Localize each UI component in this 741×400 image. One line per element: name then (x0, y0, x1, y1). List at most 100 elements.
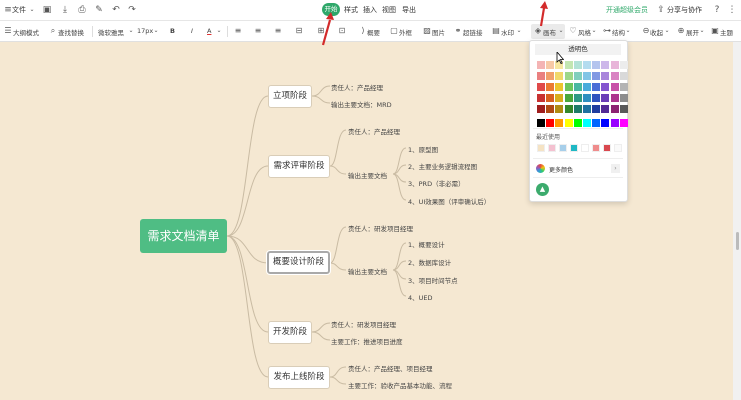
recent-color-swatch[interactable] (548, 144, 556, 152)
color-swatch[interactable] (592, 72, 601, 80)
color-swatch[interactable] (537, 72, 545, 80)
recent-color-swatch[interactable] (614, 144, 622, 152)
branch-node[interactable]: 立项阶段 (268, 85, 312, 108)
color-swatch[interactable] (564, 94, 573, 102)
color-swatch[interactable] (592, 119, 601, 127)
color-swatch[interactable] (573, 105, 582, 113)
branch-node[interactable]: 开发阶段 (268, 321, 312, 344)
color-swatch[interactable] (601, 61, 610, 69)
leaf-node[interactable]: 输出主要文档 (348, 170, 387, 180)
color-swatch[interactable] (601, 119, 610, 127)
color-swatch[interactable] (555, 83, 564, 91)
color-swatch[interactable] (583, 119, 591, 127)
recent-color-swatch[interactable] (570, 144, 578, 152)
leaf-node[interactable]: 责任人：研发项目经理 (348, 223, 413, 233)
recent-color-swatch[interactable] (592, 144, 600, 152)
color-swatch[interactable] (573, 83, 582, 91)
leaf-node[interactable]: 2、主要业务逻辑流程图 (408, 161, 477, 171)
color-swatch[interactable] (537, 119, 545, 127)
color-swatch[interactable] (619, 105, 628, 113)
transparent-color-option[interactable]: 透明色 (535, 44, 621, 55)
color-swatch[interactable] (546, 61, 555, 69)
color-swatch[interactable] (619, 72, 628, 80)
recent-color-swatch[interactable] (581, 144, 589, 152)
image-background-icon[interactable]: ▲ (536, 183, 549, 196)
color-swatch[interactable] (610, 105, 619, 113)
color-swatch[interactable] (592, 83, 601, 91)
chevron-right-icon[interactable]: › (611, 164, 620, 173)
color-swatch[interactable] (583, 105, 591, 113)
leaf-node[interactable]: 2、数据库设计 (408, 257, 451, 267)
color-swatch[interactable] (592, 94, 601, 102)
color-swatch[interactable] (537, 105, 545, 113)
color-swatch[interactable] (610, 72, 619, 80)
leaf-node[interactable]: 责任人：产品经理 (348, 126, 400, 136)
color-swatch[interactable] (564, 105, 573, 113)
mouse-pointer-icon (556, 52, 564, 64)
color-swatch[interactable] (564, 61, 573, 69)
color-swatch[interactable] (601, 94, 610, 102)
branch-node-selected[interactable]: 概要设计阶段 (266, 250, 331, 275)
leaf-node[interactable]: 主要工作：验收产品基本功能、流程 (348, 380, 452, 390)
leaf-node[interactable]: 1、原型图 (408, 144, 438, 154)
color-swatch[interactable] (537, 83, 545, 91)
leaf-node[interactable]: 主要工作：推进项目进度 (331, 336, 403, 346)
color-swatch[interactable] (537, 61, 545, 69)
branch-node[interactable]: 需求评审阶段 (268, 155, 330, 178)
color-swatch[interactable] (619, 61, 628, 69)
color-swatch[interactable] (583, 61, 591, 69)
color-swatch[interactable] (583, 94, 591, 102)
color-swatch[interactable] (555, 94, 564, 102)
leaf-node[interactable]: 责任人：研发项目经理 (331, 319, 396, 329)
leaf-node[interactable]: 4、UED (408, 292, 433, 302)
leaf-node[interactable]: 输出主要文档 (348, 266, 387, 276)
color-swatch[interactable] (601, 72, 610, 80)
color-swatch[interactable] (573, 119, 582, 127)
color-swatch[interactable] (546, 83, 555, 91)
leaf-node[interactable]: 责任人：产品经理 (331, 82, 383, 92)
color-swatch[interactable] (537, 94, 545, 102)
color-swatch[interactable] (564, 72, 573, 80)
leaf-node[interactable]: 1、概要设计 (408, 239, 445, 249)
divider (533, 158, 623, 159)
leaf-node[interactable]: 3、项目时间节点 (408, 275, 458, 285)
color-swatch[interactable] (619, 94, 628, 102)
color-swatch[interactable] (546, 94, 555, 102)
color-swatch[interactable] (555, 119, 564, 127)
color-swatch[interactable] (546, 72, 555, 80)
mindmap-root[interactable]: 需求文档清单 (140, 219, 227, 253)
recent-color-swatch[interactable] (603, 144, 611, 152)
color-swatch[interactable] (573, 72, 582, 80)
color-swatch[interactable] (601, 83, 610, 91)
leaf-node[interactable]: 3、PRD（非必需） (408, 178, 465, 188)
color-wheel-icon[interactable] (536, 164, 545, 173)
divider (533, 177, 623, 178)
color-swatch[interactable] (583, 72, 591, 80)
color-swatch[interactable] (564, 83, 573, 91)
recent-color-swatch[interactable] (537, 144, 545, 152)
color-swatch[interactable] (546, 105, 555, 113)
color-swatch[interactable] (610, 119, 619, 127)
more-colors-button[interactable]: 更多颜色 (549, 165, 573, 174)
color-swatch[interactable] (555, 72, 564, 80)
color-swatch[interactable] (564, 119, 573, 127)
color-swatch[interactable] (573, 61, 582, 69)
color-swatch[interactable] (619, 83, 628, 91)
color-swatch[interactable] (592, 61, 601, 69)
leaf-node[interactable]: 4、UI效果图（评审确认后） (408, 196, 490, 206)
color-swatch[interactable] (619, 119, 628, 127)
color-swatch[interactable] (592, 105, 601, 113)
color-swatch[interactable] (601, 105, 610, 113)
recent-color-swatch[interactable] (559, 144, 567, 152)
leaf-node[interactable]: 输出主要文档：MRD (331, 99, 392, 109)
color-swatch[interactable] (583, 83, 591, 91)
color-swatch[interactable] (610, 83, 619, 91)
branch-node[interactable]: 发布上线阶段 (268, 366, 330, 389)
divider (533, 128, 623, 129)
color-swatch[interactable] (546, 119, 555, 127)
color-swatch[interactable] (555, 105, 564, 113)
color-swatch[interactable] (573, 94, 582, 102)
color-swatch[interactable] (610, 61, 619, 69)
color-swatch[interactable] (610, 94, 619, 102)
leaf-node[interactable]: 责任人：产品经理、项目经理 (348, 363, 433, 373)
